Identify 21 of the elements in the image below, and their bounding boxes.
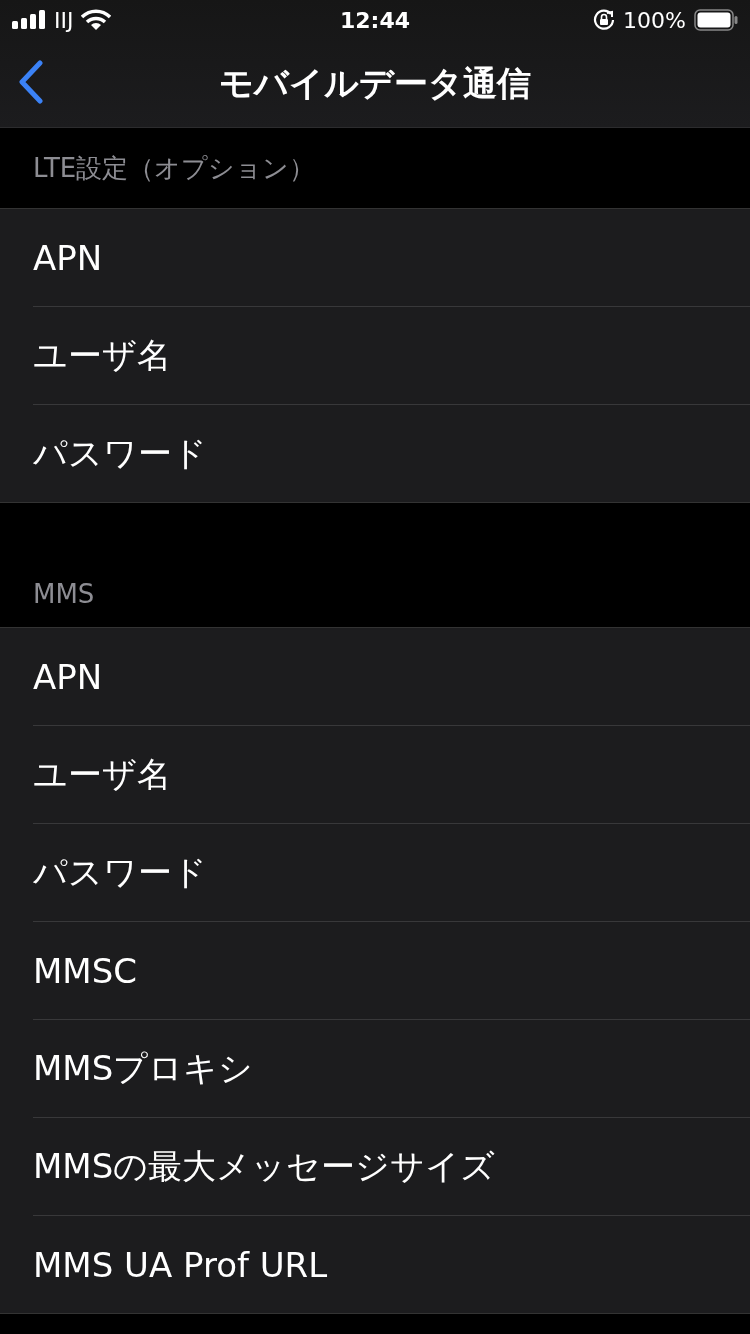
rotation-lock-icon: [593, 9, 616, 31]
signal-icon: [12, 9, 46, 31]
screen-title: モバイルデータ通信: [219, 61, 531, 105]
battery-percentage: 100%: [623, 7, 686, 33]
battery-icon: [694, 9, 738, 31]
settings-row-label[interactable]: パスワード: [33, 849, 207, 896]
settings-row-label[interactable]: MMS UA Prof URL: [33, 1244, 328, 1285]
carrier-name: IIJ: [54, 7, 74, 33]
settings-row-label[interactable]: ユーザ名: [33, 332, 171, 379]
settings-row-label[interactable]: MMSの最大メッセージサイズ: [33, 1143, 496, 1190]
back-icon[interactable]: [18, 60, 44, 104]
section-header: MMS: [33, 579, 95, 609]
settings-row-label[interactable]: APN: [33, 656, 103, 697]
settings-row-label[interactable]: MMSプロキシ: [33, 1045, 254, 1092]
wifi-icon: [81, 9, 112, 31]
settings-row-label[interactable]: パスワード: [33, 430, 207, 477]
settings-row-label[interactable]: ユーザ名: [33, 751, 171, 798]
clock: 12:44: [340, 7, 410, 33]
settings-row-label[interactable]: MMSC: [33, 950, 137, 991]
settings-row-label[interactable]: APN: [33, 237, 103, 278]
section-header: LTE設定（オプション）: [33, 151, 316, 185]
